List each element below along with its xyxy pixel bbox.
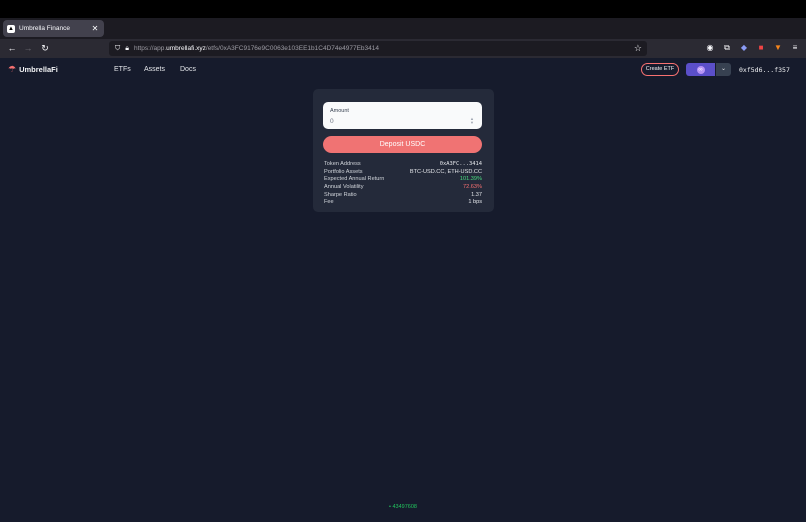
browser-nav-bar: ← → ↻ ⛉ 🔒︎ https://app.umbrellafi.xyz/et… (0, 39, 806, 58)
token-address-value[interactable]: 0xA3FC...3414 (440, 161, 482, 169)
polygon-chain-icon: ∞ (696, 65, 705, 74)
tab-title: Umbrella Finance (19, 25, 70, 32)
amount-stepper[interactable]: ▲ ▼ (469, 117, 475, 125)
close-tab-icon[interactable]: ✕ (90, 24, 100, 33)
block-number-indicator: • 43497608 (389, 504, 417, 510)
amount-field[interactable]: Amount ▲▼ (323, 102, 482, 129)
os-top-bar (0, 0, 806, 18)
address-bar[interactable]: ⛉ 🔒︎ https://app.umbrellafi.xyz/etfs/0xA… (109, 41, 647, 56)
nav-assets[interactable]: Assets (144, 66, 165, 73)
amount-input[interactable] (330, 117, 470, 126)
info-row-volatility: Annual Volatility 72.63% (324, 184, 482, 192)
url-text[interactable]: https://app.umbrellafi.xyz/etfs/0xA3FC91… (134, 45, 379, 52)
portfolio-assets-value: BTC-USD.CC, ETH-USD.CC (409, 168, 482, 175)
info-row-token-address: Token Address 0xA3FC...3414 (324, 161, 482, 169)
info-row-expected-return: Expected Annual Return 101.39% (324, 176, 482, 184)
chain-dropdown-icon[interactable]: ⌄ (716, 63, 731, 76)
expected-return-value: 101.39% (459, 176, 482, 183)
browser-tab-strip: ▲ Umbrella Finance ✕ + ⌄ (0, 18, 806, 52)
logo-text: UmbrellaFi (19, 65, 58, 74)
extensions-icon[interactable]: ⧉ (721, 42, 733, 54)
lock-icon[interactable]: 🔒︎ (125, 45, 129, 53)
info-row-fee: Fee 1 bps (324, 199, 482, 207)
info-row-portfolio-assets: Portfolio Assets BTC-USD.CC, ETH-USD.CC (324, 169, 482, 177)
browser-tab[interactable]: ▲ Umbrella Finance ✕ (3, 20, 104, 37)
app-header: ☂ UmbrellaFi ETFs Assets Docs Create ETF… (0, 58, 806, 82)
info-row-sharpe-ratio: Sharpe Ratio 1.37 (324, 192, 482, 200)
deposit-usdc-button[interactable]: Deposit USDC (323, 136, 482, 153)
info-label: Expected Annual Return (324, 176, 385, 183)
reload-icon[interactable]: ↻ (38, 41, 52, 55)
nav-etfs[interactable]: ETFs (114, 66, 131, 73)
extension-bird-icon[interactable]: ◆ (738, 42, 750, 54)
shield-icon[interactable]: ⛉ (115, 45, 120, 53)
logo[interactable]: ☂ UmbrellaFi (8, 64, 58, 75)
info-label: Sharpe Ratio (324, 191, 357, 198)
menu-icon[interactable]: ≡ (789, 42, 801, 54)
bookmark-star-icon[interactable]: ☆ (634, 43, 642, 54)
volatility-value: 72.63% (463, 184, 482, 191)
info-label: Portfolio Assets (324, 168, 363, 175)
info-label: Token Address (324, 161, 361, 167)
extension-red-icon[interactable]: ■ (755, 42, 767, 54)
forward-icon[interactable]: → (21, 41, 35, 55)
amount-label: Amount (330, 108, 349, 114)
chain-selector-button[interactable]: ∞ (686, 63, 715, 76)
back-icon[interactable]: ← (5, 41, 19, 55)
sharpe-ratio-value: 1.37 (471, 191, 482, 198)
deposit-card: Amount ▲▼ Deposit USDC Token Address 0xA… (313, 89, 494, 212)
nav-docs[interactable]: Docs (180, 66, 196, 73)
metamask-fox-icon[interactable]: ▼ (772, 42, 784, 54)
umbrella-favicon-icon: ▲ (7, 24, 15, 33)
wallet-address[interactable]: 0xf5d6...f357 (739, 66, 790, 74)
fee-value: 1 bps (468, 199, 482, 206)
etf-info-list: Token Address 0xA3FC...3414 Portfolio As… (324, 161, 482, 207)
account-icon[interactable]: ◉ (704, 42, 716, 54)
create-etf-button[interactable]: Create ETF (641, 63, 679, 76)
umbrella-icon: ☂ (8, 64, 17, 74)
info-label: Annual Volatility (324, 184, 364, 191)
info-label: Fee (324, 199, 334, 206)
